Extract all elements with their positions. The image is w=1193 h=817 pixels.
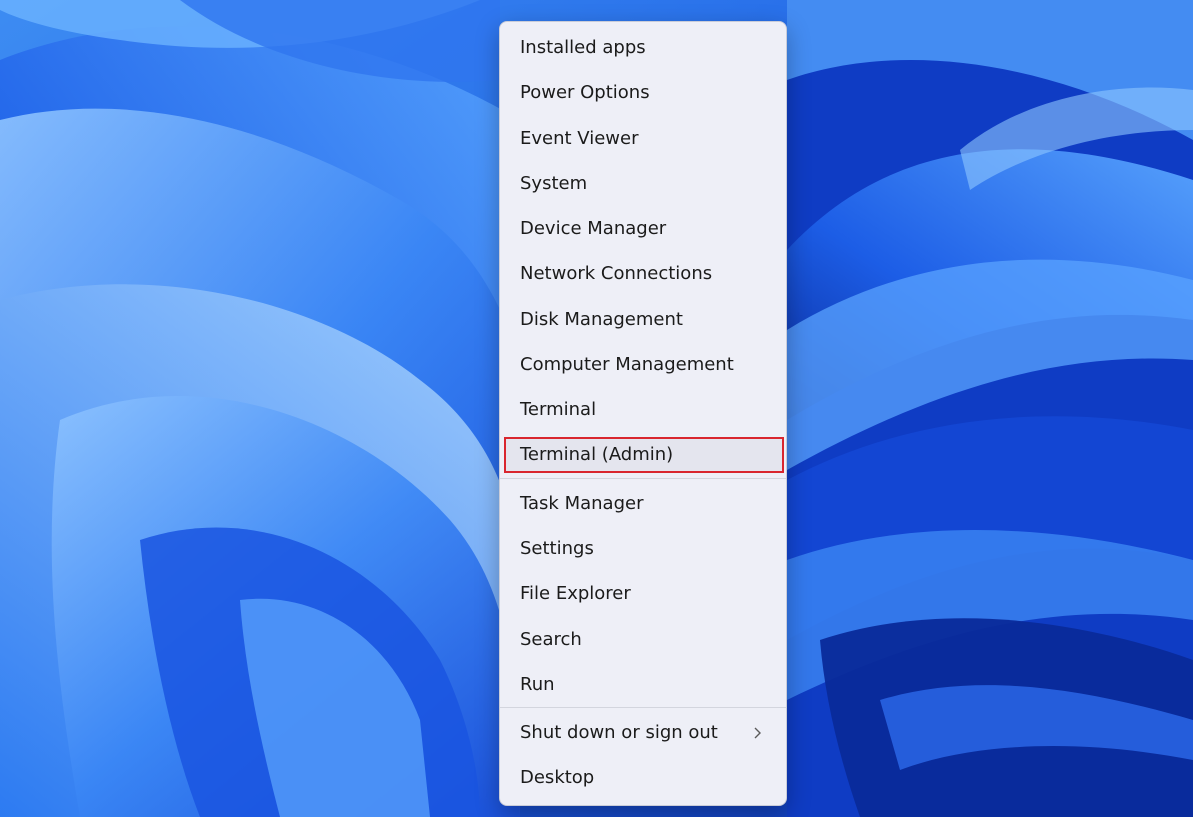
menu-item-file-explorer[interactable]: File Explorer bbox=[500, 571, 786, 616]
quick-link-menu: Installed apps Power Options Event Viewe… bbox=[499, 21, 787, 806]
menu-item-label: Shut down or sign out bbox=[520, 722, 718, 744]
menu-separator bbox=[500, 477, 786, 479]
menu-item-installed-apps[interactable]: Installed apps bbox=[500, 25, 786, 70]
menu-item-search[interactable]: Search bbox=[500, 617, 786, 662]
menu-item-shut-down-or-sign-out[interactable]: Shut down or sign out bbox=[500, 710, 786, 755]
menu-item-terminal-admin[interactable]: Terminal (Admin) bbox=[504, 436, 784, 473]
menu-item-network-connections[interactable]: Network Connections bbox=[500, 251, 786, 296]
menu-item-event-viewer[interactable]: Event Viewer bbox=[500, 116, 786, 161]
menu-separator bbox=[500, 707, 786, 709]
menu-item-power-options[interactable]: Power Options bbox=[500, 70, 786, 115]
chevron-right-icon bbox=[753, 710, 762, 755]
menu-item-task-manager[interactable]: Task Manager bbox=[500, 481, 786, 526]
menu-item-terminal[interactable]: Terminal bbox=[500, 387, 786, 432]
menu-item-settings[interactable]: Settings bbox=[500, 526, 786, 571]
menu-item-disk-management[interactable]: Disk Management bbox=[500, 297, 786, 342]
menu-item-run[interactable]: Run bbox=[500, 662, 786, 707]
menu-item-system[interactable]: System bbox=[500, 161, 786, 206]
menu-item-desktop[interactable]: Desktop bbox=[500, 755, 786, 800]
menu-item-computer-management[interactable]: Computer Management bbox=[500, 342, 786, 387]
menu-item-device-manager[interactable]: Device Manager bbox=[500, 206, 786, 251]
